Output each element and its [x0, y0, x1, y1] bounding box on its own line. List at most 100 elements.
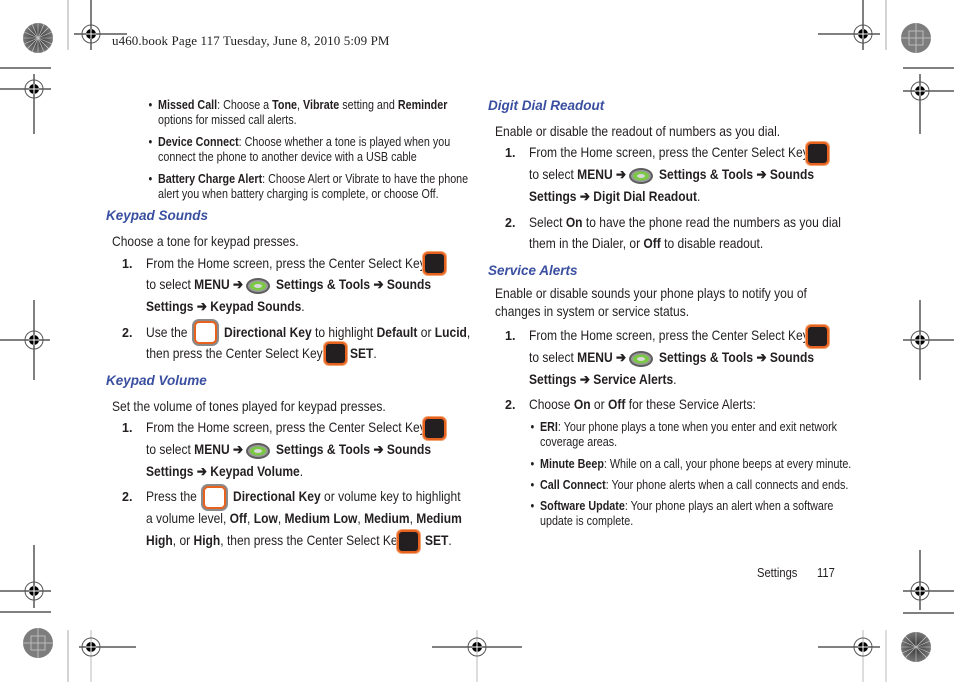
- step2-line1: Select On to have the phone read the num…: [529, 211, 841, 233]
- center-select-key-icon: [806, 325, 829, 348]
- text: Select: [529, 214, 563, 230]
- option: Off: [643, 235, 661, 251]
- volume-level: High: [193, 532, 221, 548]
- step-number: 1.: [122, 421, 133, 435]
- arrow: ➔: [373, 441, 384, 457]
- directional-key-icon: [194, 321, 217, 344]
- step2-line2: them in the Dialer, or Off to disable re…: [529, 232, 763, 254]
- step1-line2: to select MENU ➔: [529, 346, 626, 368]
- arrow: ➔: [756, 166, 767, 182]
- alert-minute-beep: Minute Beep: While on a call, your phone…: [531, 457, 852, 472]
- path-item: Settings & Tools: [659, 349, 754, 365]
- term: Vibrate: [303, 98, 340, 112]
- step-number: 2.: [505, 398, 516, 412]
- text: Enable or disable sounds your phone play…: [495, 285, 807, 301]
- starburst-bottom-right: [901, 632, 931, 662]
- option: Default: [376, 324, 418, 340]
- step2-line2: then press the Center Select Key: [146, 342, 323, 364]
- arrow: ➔: [196, 463, 207, 479]
- alert-software-update: Software Update: Your phone plays an ale…: [531, 499, 834, 529]
- bullet-line2: connect the phone to another device with…: [158, 150, 417, 164]
- text: changes in system or service status.: [495, 303, 690, 319]
- arrow: ➔: [756, 349, 767, 365]
- term: Reminder: [397, 98, 448, 112]
- volume-level: Medium Low: [284, 510, 358, 526]
- step1-path: Settings & Tools ➔ Sounds: [276, 438, 431, 460]
- step1-line1: From the Home screen, press the Center S…: [146, 252, 426, 274]
- step-number: 2.: [122, 490, 133, 504]
- arrow: ➔: [615, 349, 627, 365]
- path-item: Settings: [529, 371, 577, 387]
- path-item: Settings: [529, 188, 577, 204]
- intro-keypad-sounds: Choose a tone for keypad presses.: [112, 233, 299, 249]
- path-item: Service Alerts: [593, 371, 674, 387]
- step1-line2: to select MENU ➔: [146, 273, 243, 295]
- volume-level: Low: [253, 510, 278, 526]
- arrow: ➔: [579, 371, 590, 387]
- arrow: ➔: [232, 441, 244, 457]
- path-item: Settings: [146, 298, 194, 314]
- menu-label: MENU: [194, 276, 230, 292]
- arrow: ➔: [232, 276, 244, 292]
- arrow: ➔: [196, 298, 207, 314]
- settings-gear-icon: [246, 443, 270, 459]
- center-select-key-icon: [397, 530, 420, 553]
- step2-line1: Directional Key to highlight Default or …: [224, 324, 471, 340]
- step2-pre: Press the: [146, 488, 197, 504]
- step-number: 1.: [122, 257, 133, 271]
- center-select-key-icon: [423, 417, 446, 440]
- footer-section: Settings: [757, 565, 798, 580]
- menu-label: MENU: [194, 441, 230, 457]
- intro-service-alerts: Enable or disable sounds your phone play…: [495, 284, 807, 320]
- directional-key-icon: [203, 486, 226, 509]
- bullet-device-connect: Device Connect: Choose whether a tone is…: [149, 135, 451, 165]
- volume-level: Off: [229, 510, 248, 526]
- intro-digit-dial: Enable or disable the readout of numbers…: [495, 123, 781, 139]
- text: to select: [529, 349, 578, 365]
- key-label: Directional Key: [224, 324, 312, 340]
- text: to highlight: [315, 324, 374, 340]
- menu-label: MENU: [577, 349, 613, 365]
- starburst-top-left: [23, 23, 53, 53]
- path-item: Digit Dial Readout: [593, 188, 697, 204]
- step1-line1: From the Home screen, press the Center S…: [146, 419, 426, 435]
- arrow: ➔: [579, 188, 590, 204]
- text: : Choose Alert or Vibrate to have the ph…: [262, 172, 469, 186]
- settings-gear-icon: [246, 278, 270, 294]
- settings-gear-icon: [629, 351, 653, 367]
- set-label: SET.: [350, 345, 377, 361]
- step2-line2: a volume level, Off, Low, Medium Low, Me…: [146, 510, 462, 526]
- step-number: 2.: [505, 216, 516, 230]
- text: : Your phone plays an alert when a softw…: [624, 499, 834, 513]
- volume-level: Medium: [364, 510, 410, 526]
- term: Device Connect: [158, 135, 239, 149]
- step2-line1: Directional Key or volume key to highlig…: [233, 485, 461, 507]
- footer-page-number: 117: [817, 565, 835, 580]
- text: then press the Center Select Key: [146, 345, 323, 361]
- bullet-missed-call: Missed Call: Choose a Tone, Vibrate sett…: [149, 98, 448, 128]
- heading-service-alerts: Service Alerts: [488, 263, 578, 278]
- bullet-line2: coverage areas.: [540, 435, 618, 449]
- step1-path: Settings & Tools ➔ Sounds: [276, 273, 431, 295]
- text: them in the Dialer, or: [529, 235, 641, 251]
- term: ERI: [540, 420, 558, 434]
- bullet-line2: update is complete.: [540, 514, 634, 528]
- text: to select: [146, 276, 195, 292]
- settings-gear-icon: [629, 168, 653, 184]
- path-item: Keypad Volume: [210, 463, 300, 479]
- step2-line3: High, or High, then press the Center Sel…: [146, 532, 404, 548]
- text: : Choose whether a tone is played when y…: [238, 135, 451, 149]
- bullet-line2: options for missed call alerts.: [158, 113, 297, 127]
- step-number: 1.: [505, 329, 516, 343]
- text: or: [420, 324, 432, 340]
- starburst-bottom-left: [23, 628, 53, 658]
- step1-line2: to select MENU ➔: [146, 438, 243, 460]
- step1-line3: Settings ➔ Service Alerts.: [529, 371, 677, 387]
- step1-line1: From the Home screen, press the Center S…: [529, 144, 809, 160]
- bullet-battery-charge-alert: Battery Charge Alert: Choose Alert or Vi…: [149, 172, 469, 202]
- step-number: 1.: [505, 146, 516, 160]
- path-item: Sounds: [386, 276, 432, 292]
- arrow: ➔: [615, 166, 627, 182]
- center-select-key-icon: [423, 252, 446, 275]
- path-item: Sounds: [769, 349, 815, 365]
